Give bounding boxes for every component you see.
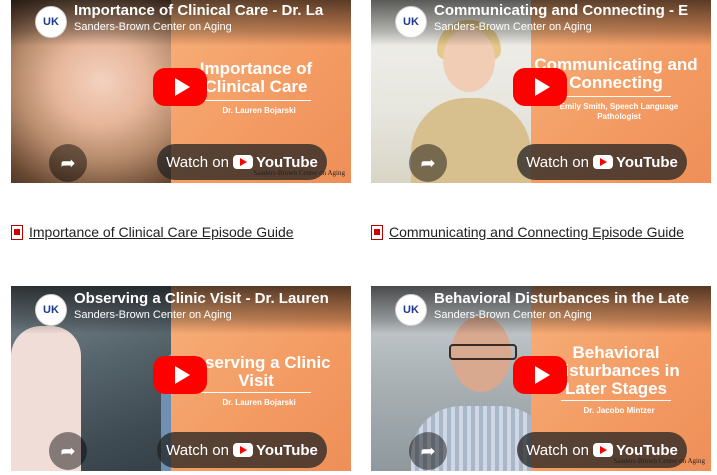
- share-icon[interactable]: ➦: [49, 432, 87, 470]
- video-title[interactable]: Behavioral Disturbances in the Late: [434, 290, 706, 307]
- youtube-icon: [592, 155, 613, 169]
- share-icon[interactable]: ➦: [409, 144, 447, 182]
- play-icon[interactable]: [153, 356, 207, 394]
- channel-name[interactable]: Sanders-Brown Center on Aging: [434, 21, 592, 33]
- video-embed-behavioral-disturbances[interactable]: UK Behavioral Disturbances in the Late S…: [371, 286, 711, 471]
- video-title[interactable]: Communicating and Connecting - E: [434, 2, 706, 19]
- youtube-logo: YouTube: [232, 442, 318, 459]
- overlay-subtitle: Dr. Lauren Bojarski: [222, 398, 296, 407]
- overlay-subtitle: Dr. Lauren Bojarski: [222, 106, 296, 115]
- channel-logo[interactable]: UK: [395, 294, 427, 326]
- youtube-icon: [232, 155, 253, 169]
- video-embed-clinical-care[interactable]: UK Importance of Clinical Care - Dr. La …: [11, 0, 351, 183]
- channel-logo[interactable]: UK: [395, 6, 427, 38]
- channel-logo[interactable]: UK: [35, 294, 67, 326]
- pdf-icon: [11, 224, 23, 240]
- youtube-logo: YouTube: [592, 154, 678, 171]
- youtube-logo: YouTube: [232, 154, 318, 171]
- watch-on-youtube-button[interactable]: Watch on YouTube: [157, 432, 327, 468]
- play-icon[interactable]: [513, 68, 567, 106]
- video-title[interactable]: Importance of Clinical Care - Dr. La: [74, 2, 346, 19]
- video-embed-clinic-visit[interactable]: UK Observing a Clinic Visit - Dr. Lauren…: [11, 286, 351, 471]
- episode-guide-link[interactable]: Communicating and Connecting Episode Gui…: [371, 224, 684, 240]
- play-icon[interactable]: [513, 356, 567, 394]
- youtube-icon: [592, 443, 613, 457]
- episode-guide-label[interactable]: Importance of Clinical Care Episode Guid…: [29, 224, 294, 240]
- share-icon[interactable]: ➦: [49, 144, 87, 182]
- overlay-subtitle: Dr. Jacobo Mintzer: [583, 406, 655, 415]
- episode-guide-link[interactable]: Importance of Clinical Care Episode Guid…: [11, 224, 294, 240]
- watermark: Sanders-Brown Center on Aging: [253, 169, 345, 177]
- overlay-divider: [561, 96, 671, 97]
- share-icon[interactable]: ➦: [409, 432, 447, 470]
- watch-on-youtube-button[interactable]: Watch on YouTube: [517, 144, 687, 180]
- channel-logo[interactable]: UK: [35, 6, 67, 38]
- youtube-icon: [232, 443, 253, 457]
- pdf-icon: [371, 224, 383, 240]
- video-embed-communicating[interactable]: UK Communicating and Connecting - E Sand…: [371, 0, 711, 183]
- overlay-divider: [201, 392, 311, 393]
- episode-guide-label[interactable]: Communicating and Connecting Episode Gui…: [389, 224, 684, 240]
- watermark: Sanders-Brown Center on Aging: [613, 457, 705, 465]
- channel-name[interactable]: Sanders-Brown Center on Aging: [74, 21, 232, 33]
- youtube-logo: YouTube: [592, 442, 678, 459]
- overlay-divider: [561, 400, 671, 401]
- overlay-subtitle: Emily Smith, Speech Language Pathologist: [559, 102, 679, 121]
- channel-name[interactable]: Sanders-Brown Center on Aging: [434, 309, 592, 321]
- person-glasses: [449, 344, 517, 360]
- play-icon[interactable]: [153, 68, 207, 106]
- video-title[interactable]: Observing a Clinic Visit - Dr. Lauren: [74, 290, 346, 307]
- channel-name[interactable]: Sanders-Brown Center on Aging: [74, 309, 232, 321]
- overlay-divider: [201, 100, 311, 101]
